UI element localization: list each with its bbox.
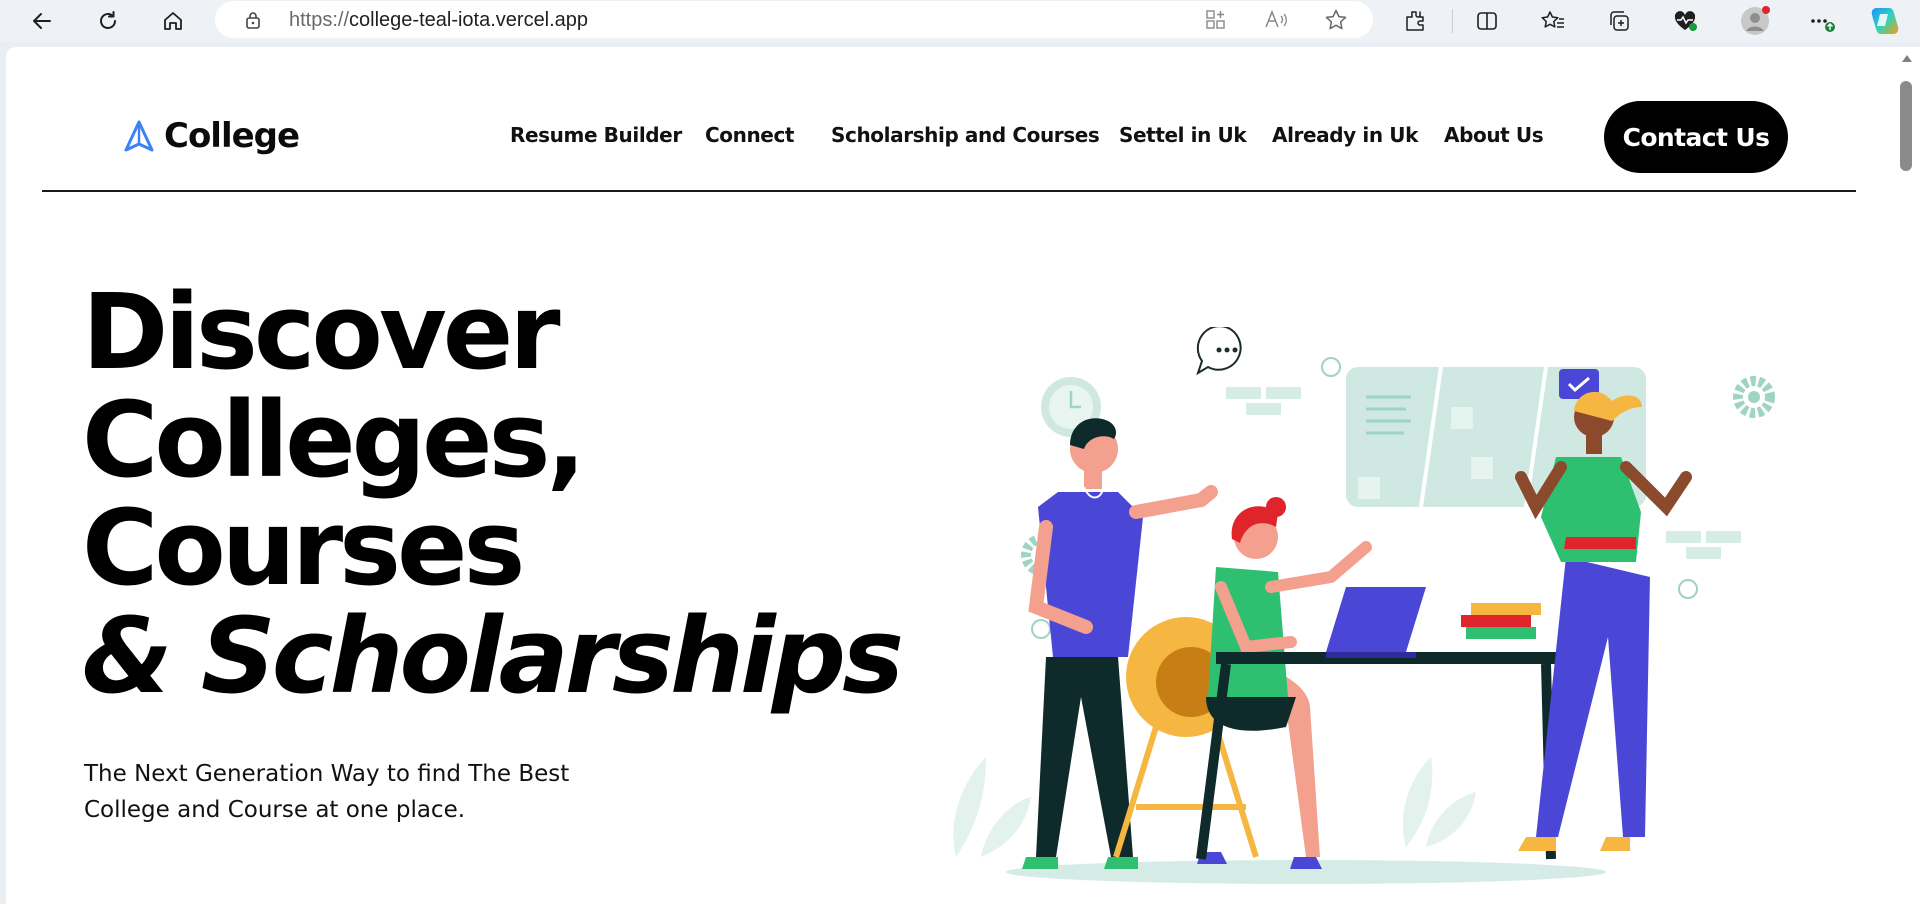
nav-resume-builder[interactable]: Resume Builder (510, 123, 682, 147)
back-button[interactable] (24, 3, 60, 39)
refresh-button[interactable] (90, 3, 126, 39)
nav-connect[interactable]: Connect (705, 123, 794, 147)
refresh-icon (100, 11, 116, 29)
address-bar[interactable]: https://college-teal-iota.vercel.app (215, 1, 1373, 38)
home-icon (164, 12, 182, 30)
collections-icon[interactable] (1602, 4, 1636, 38)
hero-illustration (953, 327, 1775, 884)
copilot-icon[interactable] (1868, 4, 1902, 38)
toolbar-separator (1452, 9, 1453, 33)
scrollbar-thumb[interactable] (1900, 81, 1912, 171)
hero-subtitle: The Next Generation Way to find The Best… (84, 761, 570, 823)
extensions-icon[interactable] (1398, 4, 1432, 38)
lock-icon[interactable] (243, 10, 263, 35)
nav-scholarship-and-courses[interactable]: Scholarship and Courses (831, 123, 1100, 147)
header-divider (42, 190, 1856, 192)
hero-title-line-2: Colleges, (82, 379, 586, 501)
hero-title-line-1: Discover (82, 271, 561, 393)
profile-avatar-icon[interactable] (1738, 4, 1772, 38)
back-arrow-icon (33, 13, 51, 29)
hero-title-line-3: Courses (82, 487, 525, 609)
url-text: https://college-teal-iota.vercel.app (289, 9, 589, 31)
apps-icon[interactable] (1203, 7, 1229, 33)
logo-text: College (164, 116, 300, 156)
browser-essentials-icon[interactable] (1668, 4, 1702, 38)
contact-us-button[interactable]: Contact Us (1604, 101, 1788, 173)
read-aloud-icon[interactable] (1263, 7, 1289, 33)
home-button[interactable] (155, 3, 191, 39)
page-scrollbar[interactable] (1894, 47, 1920, 904)
site-logo[interactable]: College (122, 116, 300, 156)
nav-about-us[interactable]: About Us (1444, 123, 1544, 147)
logo-triangle-icon (124, 120, 154, 152)
web-page: College Resume Builder Connect Scholarsh… (6, 47, 1894, 904)
nav-settle-in-uk[interactable]: Settel in Uk (1119, 123, 1247, 147)
more-menu-icon[interactable] (1806, 4, 1840, 38)
browser-toolbar: https://college-teal-iota.vercel.app (0, 0, 1920, 42)
favorites-icon[interactable] (1536, 4, 1570, 38)
nav-already-in-uk[interactable]: Already in Uk (1272, 123, 1418, 147)
scroll-up-arrow-icon[interactable] (1902, 55, 1912, 62)
split-screen-icon[interactable] (1470, 4, 1504, 38)
hero-title-line-4: & Scholarships (82, 595, 904, 717)
favorite-star-icon[interactable] (1323, 7, 1349, 33)
